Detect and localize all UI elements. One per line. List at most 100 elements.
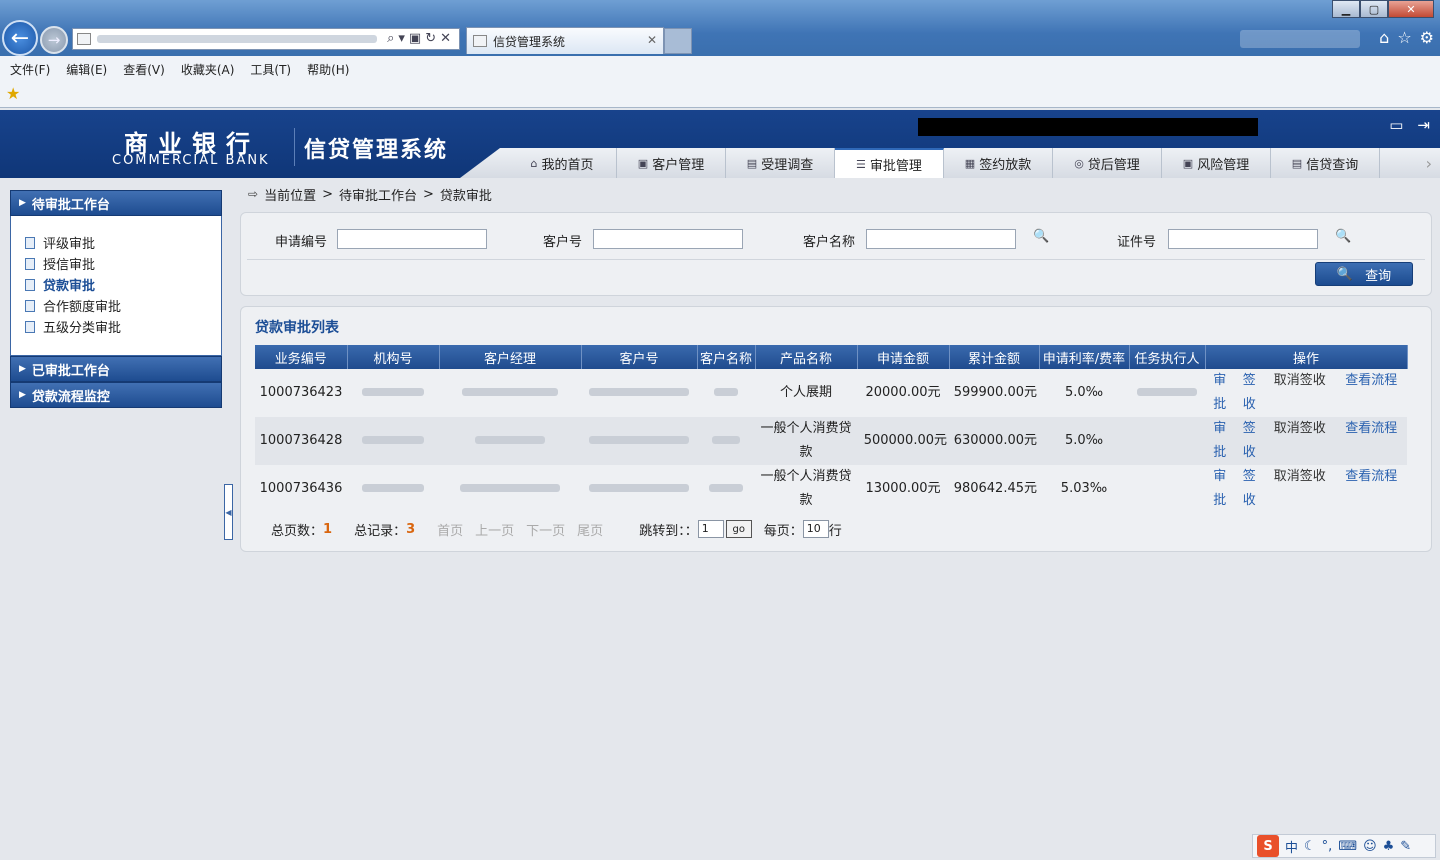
menu-favorites[interactable]: 收藏夹(A)	[181, 61, 235, 78]
tab-post-loan[interactable]: ◎ 贷后管理	[1053, 148, 1162, 178]
cell-business-no: 1000736436	[255, 465, 347, 513]
app-no-input[interactable]	[337, 229, 487, 249]
forward-arrow-icon[interactable]: →	[40, 26, 68, 54]
label-id-no: 证件号	[1117, 235, 1157, 250]
last-page-link[interactable]: 尾页	[577, 520, 603, 539]
first-page-link[interactable]: 首页	[437, 520, 463, 539]
list-icon: ☰	[856, 157, 866, 171]
tab-signing[interactable]: ▦ 签约放款	[944, 148, 1053, 178]
user-icon[interactable]: ☺	[1363, 839, 1377, 854]
moon-icon[interactable]: ☾	[1304, 839, 1316, 854]
new-tab-button[interactable]	[664, 28, 692, 54]
minimize-icon[interactable]: ▁	[1332, 0, 1360, 18]
query-button[interactable]: 🔍 查询	[1315, 262, 1413, 286]
label-customer-no: 客户号	[543, 235, 583, 250]
post-loan-icon: ◎	[1074, 156, 1084, 170]
browser-tab-title: 信贷管理系统	[493, 34, 566, 49]
cell-customer-no-blurred	[581, 417, 697, 465]
view-flow-link[interactable]: 查看流程	[1343, 369, 1399, 417]
home-icon[interactable]: ⌂	[1379, 28, 1389, 47]
approve-link[interactable]: 审批	[1213, 369, 1227, 417]
logout-icon[interactable]: ⇥	[1417, 116, 1430, 134]
monitor-icon[interactable]: ▭	[1389, 116, 1403, 134]
tabs-scroll-right-icon[interactable]: ›	[1426, 154, 1432, 173]
approve-link[interactable]: 审批	[1213, 465, 1227, 513]
per-page-input[interactable]: 10	[802, 520, 829, 538]
tab-customer[interactable]: ▣ 客户管理	[617, 148, 726, 178]
tools-wrench-icon[interactable]: ✎	[1400, 839, 1411, 854]
cell-product: 一般个人消费贷款	[755, 465, 857, 513]
customer-name-input[interactable]	[866, 229, 1016, 249]
search-icon[interactable]: 🔍	[1033, 229, 1049, 244]
cell-business-no: 1000736423	[255, 369, 347, 417]
settings-gear-icon[interactable]: ⚙	[1420, 28, 1434, 47]
sidebar-item-rating[interactable]: 评级审批	[25, 232, 221, 253]
sidebar-collapse-handle[interactable]: ◀	[224, 484, 233, 540]
sidebar-item-loan[interactable]: 贷款审批	[25, 274, 221, 295]
breadcrumb-pending[interactable]: 待审批工作台	[339, 185, 417, 204]
tab-survey[interactable]: ▤ 受理调查	[726, 148, 835, 178]
cancel-sign-link[interactable]: 取消签收	[1272, 417, 1328, 465]
tab-risk[interactable]: ▣ 风险管理	[1162, 148, 1271, 178]
document-icon	[25, 257, 35, 270]
col-rate[interactable]: 申请利率/费率	[1039, 345, 1130, 369]
address-bar[interactable]: ⌕▾▣↻✕	[72, 28, 460, 50]
sidebar-item-quota[interactable]: 合作额度审批	[25, 295, 221, 316]
tab-query[interactable]: ▤ 信贷查询	[1271, 148, 1380, 178]
keyboard-icon[interactable]: ⌨	[1338, 839, 1357, 854]
address-tools-icon[interactable]: ⌕▾▣↻✕	[387, 31, 455, 46]
document-icon	[25, 236, 35, 249]
sogou-logo-icon[interactable]: S	[1257, 835, 1279, 857]
cell-org-no-blurred	[347, 417, 439, 465]
tab-approval[interactable]: ☰ 审批管理	[835, 148, 944, 178]
browser-tab[interactable]: 信贷管理系统 ✕	[466, 27, 664, 54]
jump-page-input[interactable]: 1	[697, 520, 724, 538]
sign-link[interactable]: 签收	[1242, 465, 1256, 513]
view-flow-link[interactable]: 查看流程	[1343, 465, 1399, 513]
col-org-no[interactable]: 机构号	[347, 345, 440, 369]
sidebar-section-approved[interactable]: ▶ 已审批工作台	[10, 356, 222, 382]
col-total[interactable]: 累计金额	[949, 345, 1040, 369]
sidebar-item-five-class[interactable]: 五级分类审批	[25, 316, 221, 337]
col-product[interactable]: 产品名称	[755, 345, 858, 369]
customer-no-input[interactable]	[593, 229, 743, 249]
search-icon: 🔍	[1336, 266, 1354, 282]
sidebar-section-pending[interactable]: ▶ 待审批工作台	[10, 190, 222, 216]
id-no-input[interactable]	[1168, 229, 1318, 249]
ime-mode[interactable]: 中	[1285, 837, 1298, 856]
close-icon[interactable]: ✕	[1388, 0, 1434, 18]
col-executor[interactable]: 任务执行人	[1129, 345, 1206, 369]
add-favorite-icon[interactable]: ★	[6, 84, 20, 103]
search-icon[interactable]: 🔍	[1335, 229, 1351, 244]
favorites-star-icon[interactable]: ☆	[1397, 28, 1411, 47]
sidebar-pending-list: 评级审批 授信审批 贷款审批 合作额度审批 五级分类审批	[10, 216, 222, 356]
col-business-no[interactable]: 业务编号	[255, 345, 348, 369]
col-customer-no[interactable]: 客户号	[581, 345, 698, 369]
punctuation-icon[interactable]: °,	[1322, 839, 1333, 854]
col-manager[interactable]: 客户经理	[439, 345, 582, 369]
cancel-sign-link[interactable]: 取消签收	[1272, 465, 1328, 513]
sign-link[interactable]: 签收	[1242, 369, 1256, 417]
sidebar-section-monitor[interactable]: ▶ 贷款流程监控	[10, 382, 222, 408]
tab-home[interactable]: ⌂ 我的首页	[508, 148, 617, 178]
view-flow-link[interactable]: 查看流程	[1343, 417, 1399, 465]
menu-help[interactable]: 帮助(H)	[307, 61, 349, 78]
skin-icon[interactable]: ♣	[1383, 839, 1395, 854]
browser-search-blurred[interactable]	[1240, 30, 1360, 48]
sign-link[interactable]: 签收	[1242, 417, 1256, 465]
back-arrow-icon[interactable]: ←	[2, 20, 38, 56]
go-button[interactable]: go	[725, 520, 752, 538]
menu-view[interactable]: 查看(V)	[123, 61, 165, 78]
menu-edit[interactable]: 编辑(E)	[66, 61, 107, 78]
cancel-sign-link[interactable]: 取消签收	[1272, 369, 1328, 417]
next-page-link[interactable]: 下一页	[526, 520, 565, 539]
approve-link[interactable]: 审批	[1213, 417, 1227, 465]
col-amount[interactable]: 申请金额	[857, 345, 950, 369]
tab-close-icon[interactable]: ✕	[647, 33, 657, 47]
menu-tools[interactable]: 工具(T)	[250, 61, 291, 78]
col-customer-name[interactable]: 客户名称	[697, 345, 756, 369]
prev-page-link[interactable]: 上一页	[475, 520, 514, 539]
sidebar-item-credit[interactable]: 授信审批	[25, 253, 221, 274]
maximize-icon[interactable]: ▢	[1360, 0, 1388, 18]
menu-file[interactable]: 文件(F)	[10, 61, 50, 78]
